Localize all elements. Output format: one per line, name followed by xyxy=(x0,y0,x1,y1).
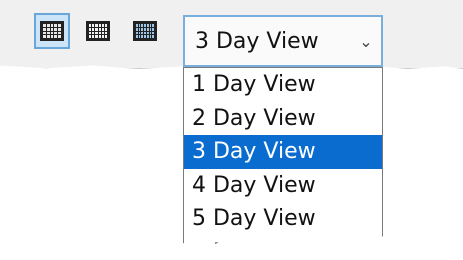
dropdown-option[interactable]: 5 Day View xyxy=(184,202,382,236)
view-dropdown-list: 1 Day View 2 Day View 3 Day View 4 Day V… xyxy=(183,67,383,246)
view-button-medium-grid[interactable] xyxy=(80,13,116,49)
view-select[interactable]: 3 Day View ⌄ xyxy=(183,15,383,67)
chevron-down-icon[interactable]: ⌄ xyxy=(351,32,381,51)
dropdown-option[interactable]: 2 Day View xyxy=(184,102,382,136)
view-button-small-grid[interactable] xyxy=(34,13,70,49)
view-select-value: 3 Day View xyxy=(195,28,319,54)
dropdown-option-selected[interactable]: 3 Day View xyxy=(184,135,382,169)
calendar-grid-medium-icon xyxy=(86,21,110,41)
calendar-grid-small-icon xyxy=(40,21,64,41)
dropdown-option[interactable]: 1 Day View xyxy=(184,68,382,102)
view-button-large-grid[interactable] xyxy=(127,13,163,49)
dropdown-option[interactable]: 6 Day View xyxy=(184,236,382,246)
dropdown-option[interactable]: 4 Day View xyxy=(184,169,382,203)
calendar-grid-large-icon xyxy=(133,21,157,41)
